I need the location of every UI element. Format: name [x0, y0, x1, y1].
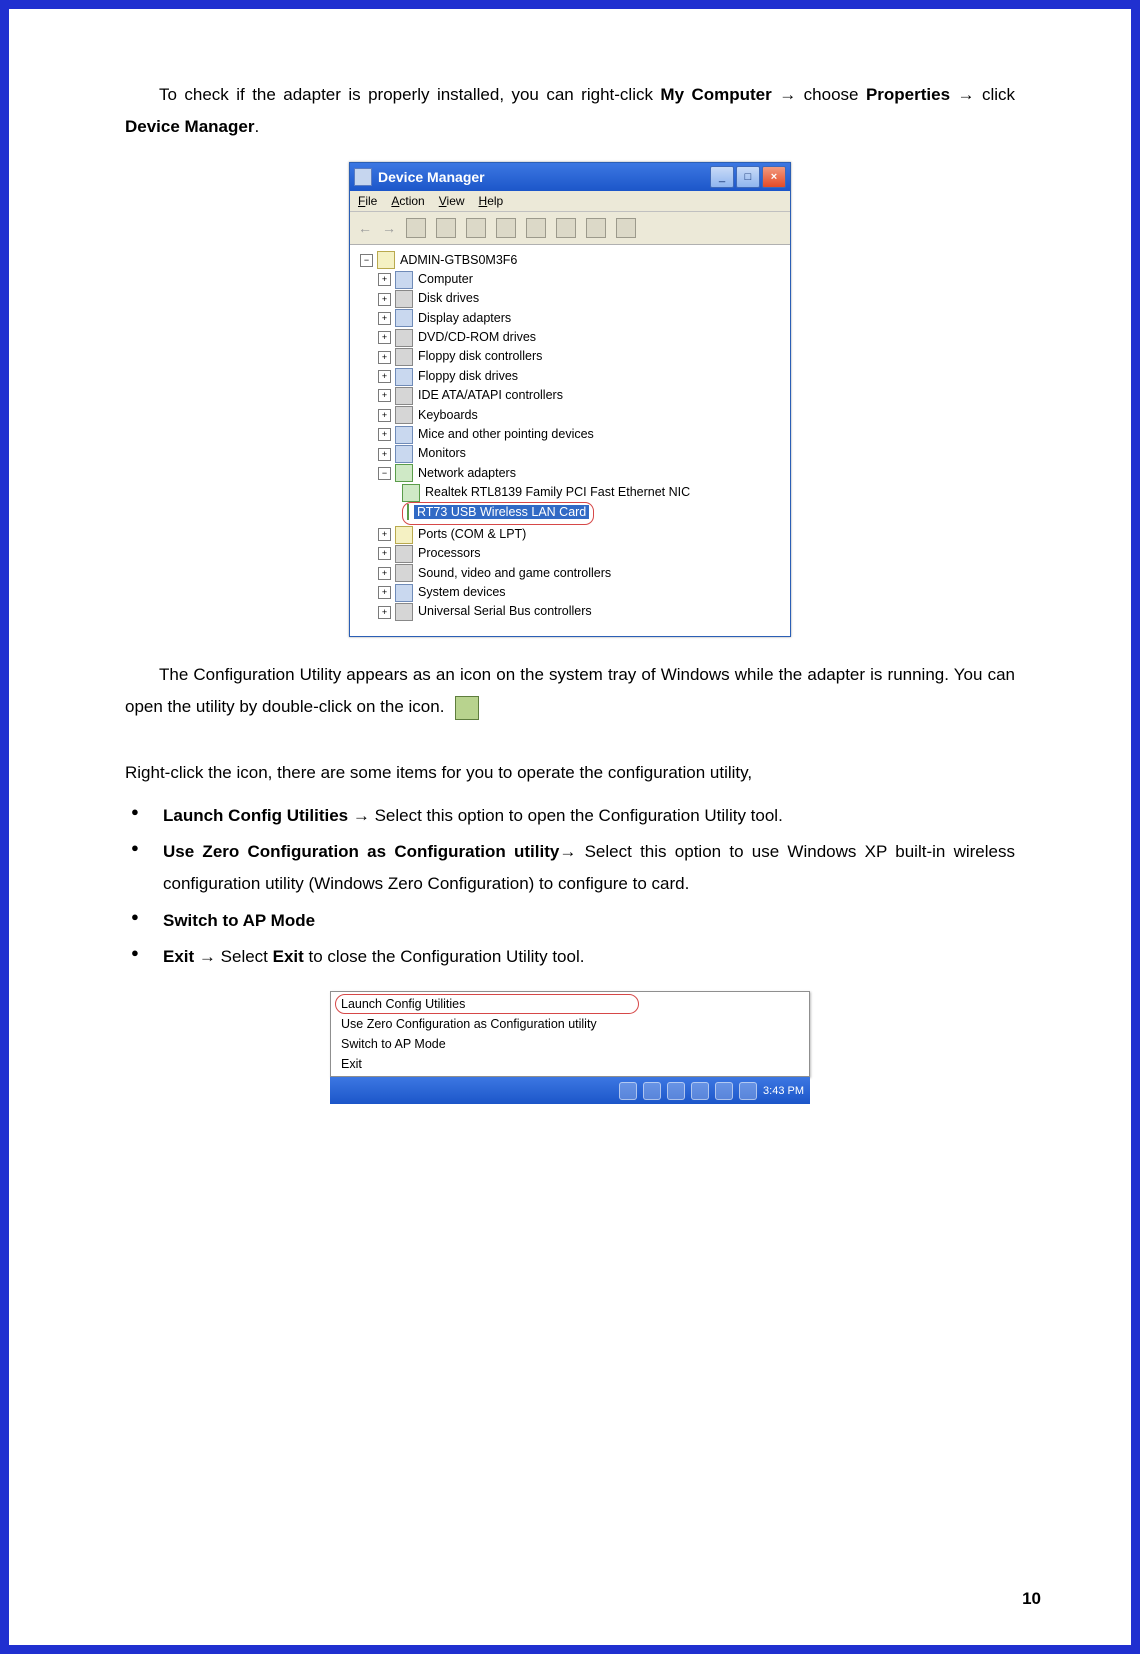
toolbar-button[interactable]: [526, 218, 546, 238]
device-icon: [395, 584, 413, 602]
device-icon: [395, 426, 413, 444]
tree-node[interactable]: +Display adapters: [354, 309, 786, 328]
context-item-launch[interactable]: Launch Config Utilities: [331, 994, 809, 1014]
arrow-icon: →: [957, 85, 974, 104]
toolbar-button[interactable]: [436, 218, 456, 238]
device-icon: [395, 406, 413, 424]
menu-help[interactable]: Help: [479, 194, 504, 208]
clock: 3:43 PM: [763, 1085, 804, 1097]
page-number: 10: [1022, 1589, 1041, 1609]
tree-leaf-highlighted[interactable]: RT73 USB Wireless LAN Card: [354, 502, 786, 524]
options-list: Launch Config Utilities → Select this op…: [125, 800, 1015, 973]
intro-paragraph: To check if the adapter is properly inst…: [125, 79, 1015, 144]
tree-root[interactable]: −ADMIN-GTBS0M3F6: [354, 251, 786, 270]
menu-file[interactable]: File: [358, 194, 377, 208]
option-launch: Launch Config Utilities → Select this op…: [125, 800, 1015, 832]
toolbar: ← →: [350, 212, 790, 245]
tray-icon[interactable]: [667, 1082, 685, 1100]
window-titlebar[interactable]: Device Manager _ □ ×: [350, 163, 790, 191]
device-icon: [395, 526, 413, 544]
arrow-icon: →: [559, 842, 576, 861]
toolbar-button[interactable]: [586, 218, 606, 238]
arrow-icon: →: [199, 947, 216, 966]
context-item-exit[interactable]: Exit: [331, 1054, 809, 1074]
device-tree[interactable]: −ADMIN-GTBS0M3F6 +Computer +Disk drives …: [354, 251, 786, 622]
tree-node[interactable]: +System devices: [354, 583, 786, 602]
maximize-button[interactable]: □: [736, 166, 760, 188]
context-menu[interactable]: Launch Config Utilities Use Zero Configu…: [330, 991, 810, 1077]
rightclick-intro: Right-click the icon, there are some ite…: [125, 757, 1015, 789]
tree-node[interactable]: +Monitors: [354, 444, 786, 463]
device-icon: [395, 445, 413, 463]
computer-icon: [377, 251, 395, 269]
context-menu-figure: Launch Config Utilities Use Zero Configu…: [330, 991, 810, 1104]
toolbar-button[interactable]: [616, 218, 636, 238]
window-title: Device Manager: [378, 169, 708, 185]
device-icon: [395, 368, 413, 386]
context-item-zero[interactable]: Use Zero Configuration as Configuration …: [331, 1014, 809, 1034]
back-icon[interactable]: ←: [358, 220, 372, 236]
device-icon: [395, 329, 413, 347]
context-item-ap[interactable]: Switch to AP Mode: [331, 1034, 809, 1054]
tree-node[interactable]: +Floppy disk drives: [354, 367, 786, 386]
tree-node[interactable]: +DVD/CD-ROM drives: [354, 328, 786, 347]
device-icon: [395, 348, 413, 366]
nic-icon: [407, 504, 409, 520]
device-icon: [395, 564, 413, 582]
tree-leaf[interactable]: Realtek RTL8139 Family PCI Fast Ethernet…: [354, 483, 786, 502]
toolbar-button[interactable]: [556, 218, 576, 238]
network-icon: [395, 464, 413, 482]
toolbar-button[interactable]: [466, 218, 486, 238]
arrow-icon: →: [353, 806, 370, 825]
taskbar: 3:43 PM: [330, 1077, 810, 1104]
tray-icon[interactable]: [643, 1082, 661, 1100]
tray-icon[interactable]: [715, 1082, 733, 1100]
option-exit: Exit → Select Exit to close the Configur…: [125, 941, 1015, 973]
menu-view[interactable]: View: [439, 194, 465, 208]
tray-utility-icon: [455, 696, 479, 720]
device-icon: [395, 545, 413, 563]
option-zero-config: Use Zero Configuration as Configuration …: [125, 836, 1015, 901]
device-icon: [395, 290, 413, 308]
tree-node[interactable]: +Mice and other pointing devices: [354, 425, 786, 444]
tree-node[interactable]: +IDE ATA/ATAPI controllers: [354, 386, 786, 405]
device-manager-window: Device Manager _ □ × File Action View He…: [349, 162, 791, 637]
close-button[interactable]: ×: [762, 166, 786, 188]
device-icon: [395, 387, 413, 405]
tree-node[interactable]: +Sound, video and game controllers: [354, 564, 786, 583]
tree-node[interactable]: +Keyboards: [354, 406, 786, 425]
tree-node[interactable]: +Ports (COM & LPT): [354, 525, 786, 544]
forward-icon[interactable]: →: [382, 220, 396, 236]
app-icon: [354, 168, 372, 186]
device-icon: [395, 603, 413, 621]
tray-paragraph: The Configuration Utility appears as an …: [125, 659, 1015, 724]
device-icon: [395, 309, 413, 327]
tree-node[interactable]: +Floppy disk controllers: [354, 347, 786, 366]
tree-node[interactable]: +Processors: [354, 544, 786, 563]
tree-node-network[interactable]: −Network adapters: [354, 464, 786, 483]
toolbar-button[interactable]: [496, 218, 516, 238]
tray-icon[interactable]: [619, 1082, 637, 1100]
tray-icon[interactable]: [691, 1082, 709, 1100]
option-ap-mode: Switch to AP Mode: [125, 905, 1015, 937]
device-icon: [395, 271, 413, 289]
menu-bar[interactable]: File Action View Help: [350, 191, 790, 212]
arrow-icon: →: [779, 85, 796, 104]
toolbar-button[interactable]: [406, 218, 426, 238]
tree-node[interactable]: +Computer: [354, 270, 786, 289]
nic-icon: [402, 484, 420, 502]
menu-action[interactable]: Action: [391, 194, 424, 208]
minimize-button[interactable]: _: [710, 166, 734, 188]
tray-icon[interactable]: [739, 1082, 757, 1100]
tree-node[interactable]: +Disk drives: [354, 289, 786, 308]
tree-node[interactable]: +Universal Serial Bus controllers: [354, 602, 786, 621]
